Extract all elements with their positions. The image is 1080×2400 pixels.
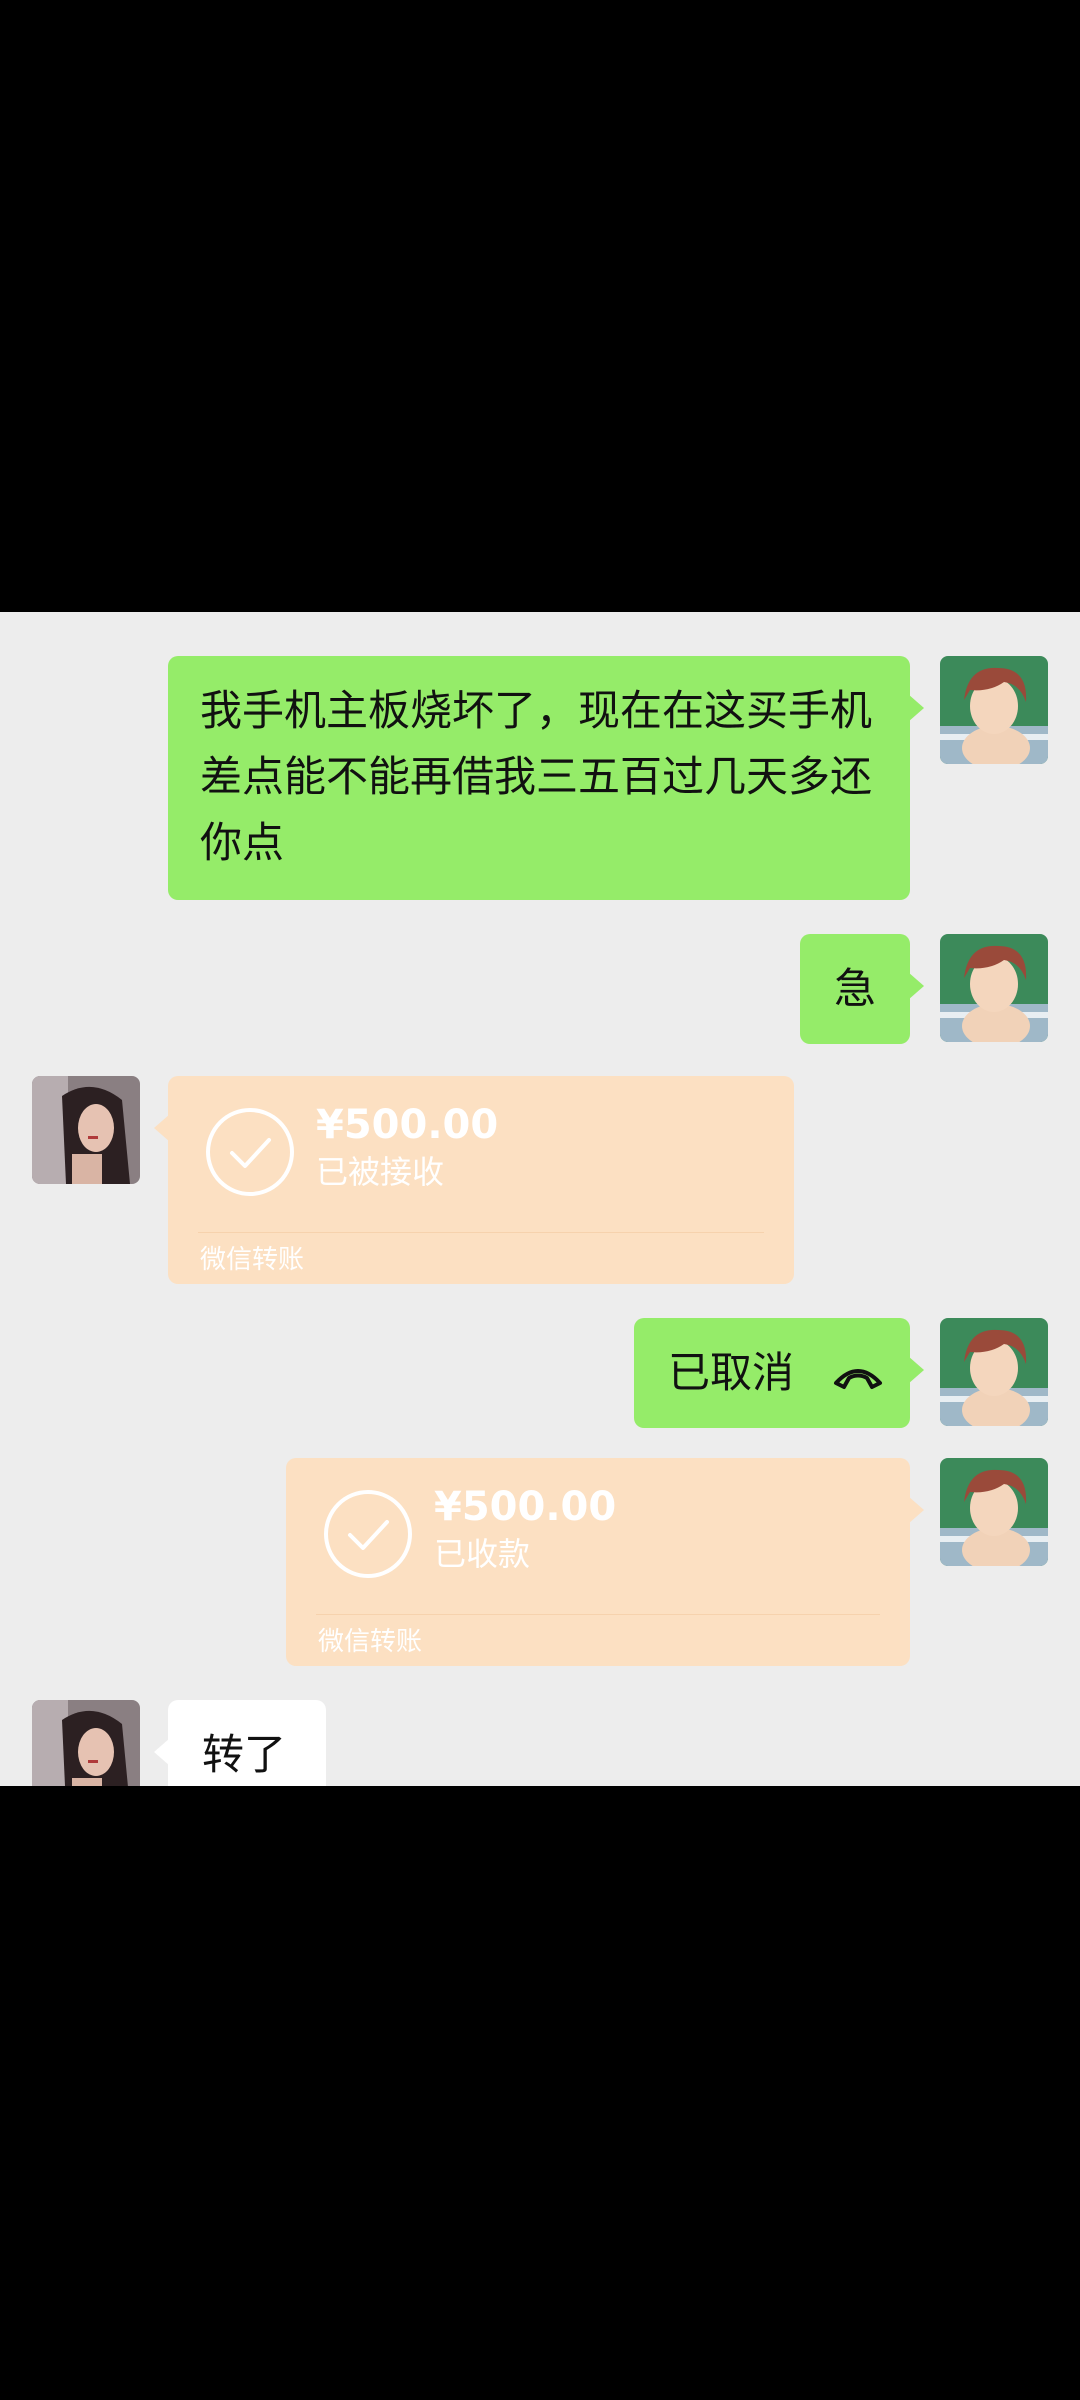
message-text: 急 <box>833 964 876 1013</box>
call-status-text: 已取消 <box>668 1348 795 1397</box>
received-message-bubble[interactable]: 转了 <box>154 1700 326 1786</box>
call-icon <box>834 1368 883 1389</box>
transfer-card-received[interactable]: ¥500.00 已被接收 微信转账 <box>154 1076 794 1284</box>
transfer-amount: ¥500.00 <box>316 1102 499 1148</box>
self-avatar[interactable] <box>940 934 1048 1042</box>
divider <box>316 1614 880 1615</box>
self-avatar[interactable] <box>940 656 1048 764</box>
self-avatar[interactable] <box>940 1318 1048 1426</box>
message-text: 转了 <box>202 1730 287 1779</box>
contact-avatar[interactable] <box>32 1076 140 1184</box>
call-record-bubble[interactable]: 已取消 <box>634 1318 924 1428</box>
divider <box>198 1232 764 1233</box>
transfer-footer-label: 微信转账 <box>200 1245 305 1275</box>
transfer-status: 已被接收 <box>316 1153 445 1191</box>
chat-area[interactable]: 我手机主板烧坏了，现在在这买手机差点能不能再借我三五百过几天多还你点 急 ¥50… <box>0 612 1080 1786</box>
transfer-amount: ¥500.00 <box>434 1484 617 1530</box>
sent-message-bubble[interactable]: 急 <box>800 934 924 1044</box>
contact-avatar[interactable] <box>32 1700 140 1786</box>
transfer-status: 已收款 <box>434 1535 531 1573</box>
checkmark-circle-icon <box>324 1490 412 1578</box>
sent-message-bubble[interactable]: 我手机主板烧坏了，现在在这买手机差点能不能再借我三五百过几天多还你点 <box>168 656 924 900</box>
checkmark-circle-icon <box>206 1108 294 1196</box>
self-avatar[interactable] <box>940 1458 1048 1566</box>
transfer-card-sent[interactable]: ¥500.00 已收款 微信转账 <box>286 1458 924 1666</box>
transfer-footer-label: 微信转账 <box>318 1627 423 1657</box>
message-text: 我手机主板烧坏了，现在在这买手机差点能不能再借我三五百过几天多还你点 <box>200 686 873 867</box>
